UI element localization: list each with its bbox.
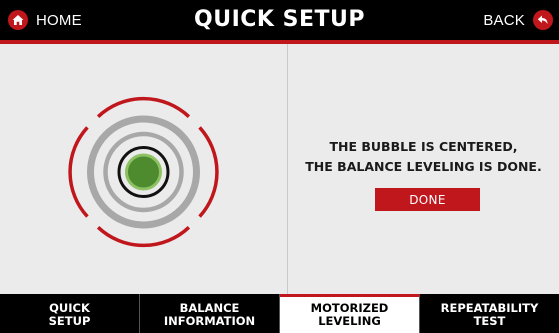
status-line-1: THE BUBBLE IS CENTERED, [329, 139, 518, 154]
tab-motorized-leveling[interactable]: MOTORIZED LEVELING [280, 294, 420, 333]
tab-label-line-1: QUICK [49, 300, 90, 315]
tab-repeatability-test[interactable]: REPEATABILITY TEST [420, 294, 559, 333]
tab-label-line-1: BALANCE [179, 300, 240, 315]
top-bar: HOME QUICK SETUP BACK [0, 0, 559, 44]
back-button[interactable]: BACK [483, 9, 553, 31]
tab-balance-information[interactable]: BALANCE INFORMATION [140, 294, 280, 333]
level-bubble [125, 153, 162, 191]
bottom-tab-bar: QUICK SETUP BALANCE INFORMATION MOTORIZE… [0, 294, 559, 333]
tab-label-line-2: SETUP [48, 313, 91, 328]
tab-label-line-2: TEST [473, 313, 506, 328]
status-panel: THE BUBBLE IS CENTERED, THE BALANCE LEVE… [288, 44, 559, 294]
status-line-2: THE BALANCE LEVELING IS DONE. [305, 159, 542, 174]
done-button[interactable]: DONE [375, 188, 480, 211]
tab-label-line-1: REPEATABILITY [440, 300, 539, 315]
bubble-level-panel [0, 44, 287, 294]
status-message: THE BUBBLE IS CENTERED, THE BALANCE LEVE… [288, 137, 559, 177]
back-arrow-icon [533, 10, 553, 30]
page-title: QUICK SETUP [194, 7, 365, 32]
bubble-level-indicator [68, 96, 219, 248]
tab-label-line-2: LEVELING [318, 314, 381, 328]
tab-quick-setup[interactable]: QUICK SETUP [0, 294, 140, 333]
back-label: BACK [483, 11, 525, 29]
tab-label-line-2: INFORMATION [163, 313, 256, 328]
